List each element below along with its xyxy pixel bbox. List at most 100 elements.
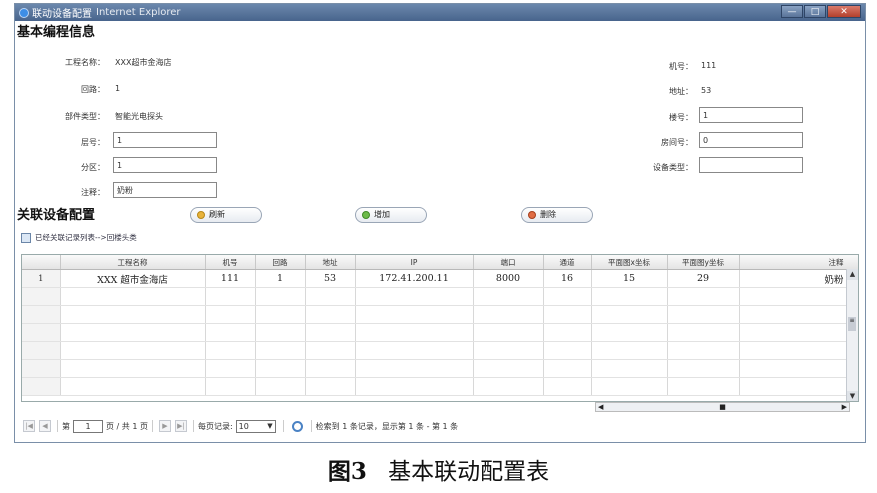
cell-port: 8000 <box>473 269 544 288</box>
floor-input[interactable]: 1 <box>113 132 217 148</box>
pager-summary: 检索到 1 条记录，显示第 1 条 - 第 1 条 <box>315 421 459 431</box>
pagination-bar: |◀ ◀ 第 1 页 / 共 1 页 ▶ ▶| 每页记录: 10 ▼ 检索到 1… <box>21 417 601 435</box>
minimize-button[interactable]: — <box>781 5 803 18</box>
cell-address: 53 <box>305 269 356 288</box>
per-page-value: 10 <box>238 421 249 431</box>
window-title: 联动设备配置 <box>32 9 92 20</box>
cell-plan-y: 29 <box>667 269 740 288</box>
table-row-empty <box>22 305 858 324</box>
next-page-icon[interactable]: ▶ <box>158 420 171 432</box>
title-bar: 联动设备配置 Internet Explorer — □ ✕ <box>15 4 865 21</box>
pager-separator <box>192 420 194 432</box>
figure-caption: 图3 基本联动配置表 <box>0 452 877 486</box>
cell-channel: 16 <box>543 269 592 288</box>
col-header-channel[interactable]: 通道 <box>543 255 592 270</box>
project-name-value: XXX超市金海店 <box>115 58 172 67</box>
pager-separator <box>282 420 284 432</box>
device-type-label: 设备类型： <box>653 163 693 172</box>
loop-value: 1 <box>115 84 121 93</box>
component-type-label: 部件类型： <box>65 112 105 121</box>
col-header-ip[interactable]: IP <box>355 255 474 270</box>
scroll-right-icon[interactable]: ▶ <box>842 403 847 411</box>
machine-no-value: 111 <box>701 61 717 70</box>
address-value: 53 <box>701 86 712 95</box>
first-page-icon[interactable]: |◀ <box>23 420 35 432</box>
col-header-address[interactable]: 地址 <box>305 255 356 270</box>
delete-icon <box>528 211 536 219</box>
table-row-empty <box>22 377 858 396</box>
cell-machine-no: 111 <box>205 269 256 288</box>
col-header-plan-y[interactable]: 平面图y坐标 <box>667 255 740 270</box>
cell-note: 奶粉 <box>739 269 858 288</box>
col-header-plan-x[interactable]: 平面图x坐标 <box>591 255 668 270</box>
refresh-button[interactable]: 刷新 <box>190 207 262 223</box>
delete-button-label: 删除 <box>540 210 556 219</box>
device-type-input[interactable] <box>699 157 803 173</box>
project-name-label: 工程名称： <box>65 58 105 67</box>
table-row-empty <box>22 323 858 342</box>
scroll-thumb[interactable]: ≡ <box>848 317 856 331</box>
page-of-label: 页 / 共 1 页 <box>106 421 148 431</box>
component-type-value: 智能光电探头 <box>115 112 163 121</box>
cell-plan-x: 15 <box>591 269 668 288</box>
table-row-empty <box>22 359 858 378</box>
building-label: 楼号： <box>669 113 693 122</box>
pager-separator <box>57 420 58 432</box>
col-header-port[interactable]: 端口 <box>473 255 544 270</box>
address-label: 地址： <box>669 87 693 96</box>
scroll-h-thumb[interactable]: ■ <box>719 403 726 411</box>
vertical-scrollbar[interactable]: ▲ ≡ ▼ <box>846 269 858 401</box>
page-number-input[interactable]: 1 <box>73 419 103 433</box>
scroll-down-icon[interactable]: ▼ <box>847 391 858 401</box>
table-row[interactable]: 1 XXX 超市金海店 111 1 53 172.41.200.11 8000 … <box>22 269 858 288</box>
room-input[interactable]: 0 <box>699 132 803 148</box>
cell-index: 1 <box>22 269 61 288</box>
per-page-label: 每页记录: <box>197 421 233 431</box>
ie-icon <box>19 7 29 18</box>
zone-label: 分区： <box>81 163 105 172</box>
breadcrumb: 已经关联记录列表-->回楼头类 <box>21 232 137 243</box>
col-header-note[interactable]: 注释 <box>739 255 858 270</box>
figure-title: 基本联动配置表 <box>388 459 550 485</box>
scroll-left-icon[interactable]: ◀ <box>598 403 603 411</box>
table-row-empty <box>22 341 858 360</box>
scroll-up-icon[interactable]: ▲ <box>847 269 858 280</box>
col-header-machine-no[interactable]: 机号 <box>205 255 256 270</box>
horizontal-scrollbar[interactable]: ◀ ■ ▶ <box>595 402 850 412</box>
cell-ip: 172.41.200.11 <box>355 269 474 288</box>
linked-devices-grid: 工程名称 机号 回路 地址 IP 端口 通道 平面图x坐标 平面图y坐标 注释 … <box>21 254 859 402</box>
pager-separator <box>310 420 312 432</box>
reload-icon[interactable] <box>291 420 303 432</box>
cell-loop: 1 <box>255 269 306 288</box>
delete-button[interactable]: 删除 <box>521 207 593 223</box>
col-header-loop[interactable]: 回路 <box>255 255 306 270</box>
col-header-project-name[interactable]: 工程名称 <box>60 255 206 270</box>
list-icon <box>21 232 31 243</box>
pager-separator <box>151 420 153 432</box>
building-input[interactable]: 1 <box>699 107 803 123</box>
prev-page-icon[interactable]: ◀ <box>39 420 51 432</box>
linked-devices-title: 关联设备配置 <box>17 208 96 223</box>
zone-input[interactable]: 1 <box>113 157 217 173</box>
window-controls: — □ ✕ <box>781 5 861 18</box>
room-label: 房间号： <box>661 138 693 147</box>
page-label: 第 <box>62 421 70 431</box>
chevron-down-icon: ▼ <box>267 422 273 430</box>
basic-info-title: 基本编程信息 <box>17 25 96 40</box>
add-button[interactable]: 增加 <box>355 207 427 223</box>
floor-label: 层号： <box>81 138 105 147</box>
breadcrumb-text: 已经关联记录列表-->回楼头类 <box>35 233 137 242</box>
maximize-button[interactable]: □ <box>804 5 826 18</box>
add-button-label: 增加 <box>374 210 390 219</box>
lightbulb-icon <box>197 211 205 219</box>
per-page-select[interactable]: 10 ▼ <box>235 419 276 433</box>
window-subtitle: Internet Explorer <box>96 7 181 18</box>
last-page-icon[interactable]: ▶| <box>174 420 187 432</box>
table-header-row: 工程名称 机号 回路 地址 IP 端口 通道 平面图x坐标 平面图y坐标 注释 <box>22 255 858 270</box>
cell-project-name: XXX 超市金海店 <box>60 269 206 288</box>
col-header-index[interactable] <box>22 255 61 270</box>
note-label: 注释： <box>81 188 105 197</box>
close-button[interactable]: ✕ <box>827 5 861 18</box>
note-input[interactable]: 奶粉 <box>113 182 217 198</box>
figure-number: 图3 <box>327 458 367 485</box>
